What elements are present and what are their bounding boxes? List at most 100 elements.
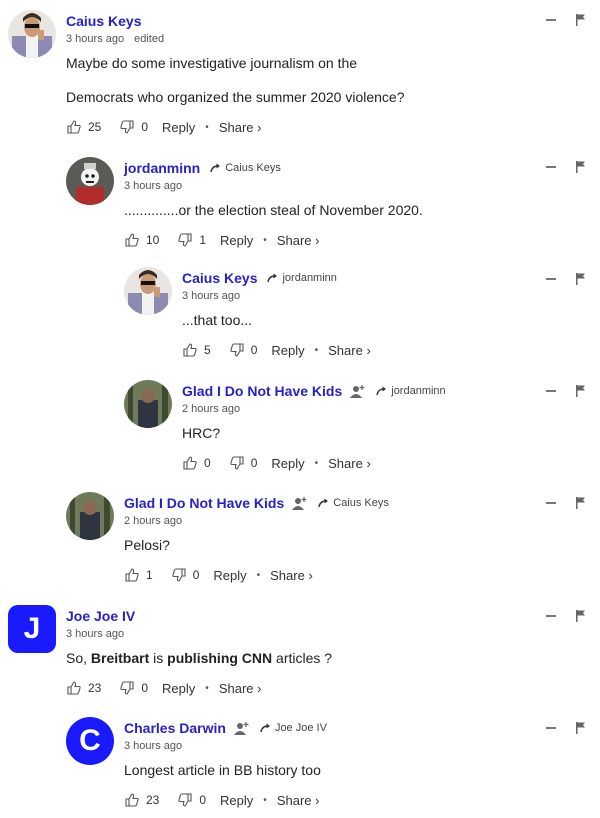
in-reply-to-name: Joe Joe IV [274,722,327,734]
upvote-button[interactable]: 10 [124,232,159,248]
upvote-count: 1 [146,568,153,582]
avatar[interactable] [66,492,114,540]
downvote-button[interactable]: 0 [119,680,148,696]
upvote-button[interactable]: 25 [66,119,101,135]
separator-dot: • [263,794,267,806]
reply-button[interactable]: Reply [220,793,253,808]
upvote-button[interactable]: 1 [124,567,153,583]
reply-button[interactable]: Reply [162,681,195,696]
upvote-count: 23 [88,681,102,695]
comment-meta: 3 hours ago [182,290,600,306]
comment-meta: 3 hours ago [124,180,594,196]
comment-actions: 0 0 Reply • Share › [182,453,600,473]
flag-icon[interactable] [576,722,586,734]
flag-icon[interactable] [576,385,586,397]
minimize-icon[interactable] [546,278,556,280]
in-reply-to[interactable]: Caius Keys [210,162,281,174]
timestamp[interactable]: 3 hours ago [124,740,182,752]
follow-user-icon[interactable] [350,384,366,398]
author-name[interactable]: Caius Keys [66,13,141,29]
minimize-icon[interactable] [546,615,556,617]
comment-paragraph: So, Breitbart is publishing CNN articles… [66,648,536,668]
avatar[interactable] [8,10,56,58]
comment-actions: 23 0 Reply • Share › [66,678,536,698]
comment-controls [546,610,586,622]
avatar[interactable] [66,157,114,205]
comment-text: ..............or the election steal of N… [124,200,594,220]
comment-paragraph: Longest article in BB history too [124,762,321,778]
share-button[interactable]: Share › [277,233,320,248]
flag-icon[interactable] [576,161,586,173]
timestamp[interactable]: 2 hours ago [182,403,240,415]
comment-controls [546,497,586,509]
share-button[interactable]: Share › [328,343,371,358]
author-name[interactable]: Charles Darwin [124,720,226,736]
downvote-button[interactable]: 1 [177,232,206,248]
minimize-icon[interactable] [546,19,556,21]
separator-dot: • [314,457,319,469]
share-button[interactable]: Share › [219,120,262,135]
flag-icon[interactable] [576,610,586,622]
timestamp[interactable]: 3 hours ago [66,33,124,45]
avatar[interactable]: C [66,717,114,765]
flag-icon[interactable] [576,14,586,26]
comment-text: Maybe do some investigative journalism o… [66,53,536,107]
comment-actions: 25 0 Reply • Share › [66,117,536,137]
author-name[interactable]: jordanminn [124,160,200,176]
in-reply-to[interactable]: jordanminn [376,385,446,397]
author-name[interactable]: Joe Joe IV [66,608,135,624]
in-reply-to[interactable]: Caius Keys [318,497,389,509]
comment-actions: 1 0 Reply • Share › [124,565,594,585]
in-reply-to[interactable]: Joe Joe IV [260,722,327,734]
comment-paragraph: HRC? [182,425,221,441]
timestamp[interactable]: 3 hours ago [66,628,124,640]
reply-button[interactable]: Reply [271,343,304,358]
reply-button[interactable]: Reply [271,456,304,471]
reply-button[interactable]: Reply [213,568,246,583]
avatar[interactable] [124,267,172,315]
in-reply-to[interactable]: jordanminn [267,272,337,284]
upvote-button[interactable]: 23 [124,792,159,808]
share-button[interactable]: Share › [270,568,313,583]
upvote-button[interactable]: 23 [66,680,101,696]
timestamp[interactable]: 3 hours ago [182,290,240,302]
minimize-icon[interactable] [546,390,556,392]
author-name[interactable]: Glad I Do Not Have Kids [124,495,284,511]
comment-controls [546,14,586,26]
text-bold: publishing CNN [167,650,273,666]
downvote-button[interactable]: 0 [119,119,148,135]
downvote-button[interactable]: 0 [229,342,257,358]
share-button[interactable]: Share › [328,456,371,471]
follow-user-icon[interactable] [292,496,308,510]
downvote-button[interactable]: 0 [177,792,206,808]
separator-dot: • [263,234,267,246]
minimize-icon[interactable] [546,166,556,168]
in-reply-to-name: Caius Keys [225,162,281,174]
timestamp[interactable]: 3 hours ago [124,180,182,192]
share-button[interactable]: Share › [219,681,262,696]
upvote-button[interactable]: 5 [182,342,211,358]
upvote-button[interactable]: 0 [182,455,211,471]
minimize-icon[interactable] [546,502,556,504]
reply-button[interactable]: Reply [162,120,195,135]
share-button[interactable]: Share › [277,793,320,808]
flag-icon[interactable] [576,497,586,509]
minimize-icon[interactable] [546,727,556,729]
timestamp[interactable]: 2 hours ago [124,515,182,527]
avatar[interactable] [124,380,172,428]
reply-arrow-icon [260,723,270,733]
avatar[interactable]: J [8,605,56,653]
downvote-count: 0 [250,456,258,470]
author-name[interactable]: Glad I Do Not Have Kids [182,383,342,399]
upvote-count: 23 [146,793,160,807]
flag-icon[interactable] [576,273,586,285]
author-name[interactable]: Caius Keys [182,270,257,286]
downvote-button[interactable]: 0 [229,455,258,471]
follow-user-icon[interactable] [233,721,250,735]
comment-text: ...that too... [182,310,600,330]
downvote-button[interactable]: 0 [171,567,200,583]
reply-button[interactable]: Reply [220,233,253,248]
thumbs-up-icon [67,681,81,695]
downvote-count: 0 [192,568,200,582]
comment-actions: 5 0 Reply • Share › [182,340,600,360]
